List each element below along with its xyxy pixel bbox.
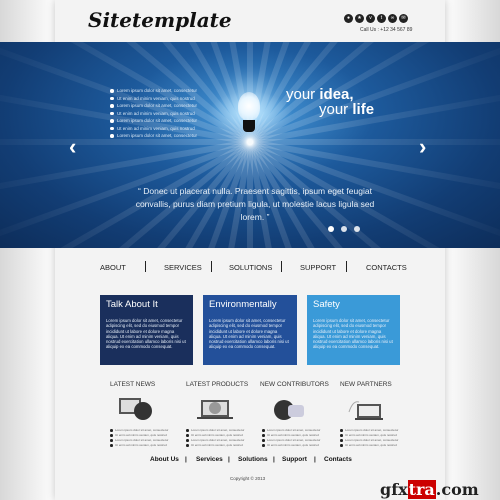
footer-solutions[interactable]: Solutions: [238, 456, 268, 463]
footer-services[interactable]: Services: [196, 456, 223, 463]
hero-quote: “ Donec ut placerat nulla. Praesent sagi…: [135, 186, 375, 222]
news-list: Lorem ipsum dolor sit amet, consectetur U…: [110, 428, 168, 448]
next-arrow-icon[interactable]: ›: [419, 134, 426, 160]
star-icon[interactable]: ★: [355, 14, 364, 23]
tagline-line-2: your life: [319, 101, 375, 118]
slider-dots: [328, 226, 360, 232]
box-environmentally: Environmentally Lorem ipsum dolor sit ame…: [203, 295, 297, 365]
box-text: Lorem ipsum dolor sit amet, consectetur …: [106, 318, 186, 350]
laptop-globe-icon: [197, 400, 233, 419]
box-title: Talk About It: [106, 299, 158, 310]
slide-dot-2[interactable]: [341, 226, 347, 232]
footer-divider: |: [314, 456, 316, 463]
mail-icon[interactable]: ✉: [399, 14, 408, 23]
watermark-logo: gfxtra.com: [380, 480, 479, 499]
box-safety: Safety Lorem ipsum dolor sit amet, consec…: [307, 295, 400, 365]
nav-divider: [346, 261, 347, 272]
section-latest-news: LATEST NEWS: [110, 381, 156, 388]
monitor-globe-icon: [119, 398, 152, 420]
nav-divider: [211, 261, 212, 272]
section-new-contributors: NEW CONTRIBUTORS: [260, 381, 329, 388]
slide-dot-1[interactable]: [328, 226, 334, 232]
box-talk-about-it: Talk About It Lorem ipsum dolor sit amet,…: [100, 295, 193, 365]
vimeo-icon[interactable]: v: [366, 14, 375, 23]
box-title: Environmentally: [209, 299, 277, 310]
section-new-partners: NEW PARTNERS: [340, 381, 392, 388]
nav-divider: [281, 261, 282, 272]
lightbulb-icon: [238, 92, 260, 120]
nav-contacts[interactable]: CONTACTS: [366, 263, 407, 272]
slide-dot-3[interactable]: [354, 226, 360, 232]
nav-support[interactable]: SUPPORT: [300, 263, 336, 272]
list-item: Lorem ipsum dolor sit amet, consectetur: [110, 132, 197, 140]
list-item: Ut enim ad minim veniam, quis nostrud: [110, 95, 197, 103]
tumblr-icon[interactable]: t: [377, 14, 386, 23]
lightbulb-base: [243, 120, 255, 132]
list-item: Lorem ipsum dolor sit amet, consectetur: [110, 117, 197, 125]
box-text: Lorem ipsum dolor sit amet, consectetur …: [209, 318, 289, 350]
nav-divider: [145, 261, 146, 272]
list-item: Ut enim ad minim veniam, quis nostrud: [110, 125, 197, 133]
social-icons: ● ★ v t ∞ ✉: [344, 14, 408, 23]
nav-solutions[interactable]: SOLUTIONS: [229, 263, 272, 272]
box-title: Safety: [313, 299, 340, 310]
partners-list: Lorem ipsum dolor sit amet, consectetur U…: [340, 428, 398, 448]
partners-laptop-icon: [348, 401, 383, 420]
nav-about[interactable]: ABOUT: [100, 263, 126, 272]
footer-divider: |: [273, 456, 275, 463]
list-item[interactable]: Ut enim ad minim veniam, quis nostrud: [340, 443, 398, 448]
call-us: Call Us : +12 34 567 89: [360, 27, 413, 33]
section-latest-products: LATEST PRODUCTS: [186, 381, 249, 388]
hero-slider: Lorem ipsum dolor sit amet, consectetur …: [0, 42, 500, 248]
box-text: Lorem ipsum dolor sit amet, consectetur …: [313, 318, 393, 350]
footer-divider: |: [185, 456, 187, 463]
list-item[interactable]: Ut enim ad minim veniam, quis nostrud: [110, 443, 168, 448]
prev-arrow-icon[interactable]: ‹: [69, 134, 76, 160]
footer-about-us[interactable]: About Us: [150, 456, 179, 463]
list-item[interactable]: Ut enim ad minim veniam, quis nostrud: [262, 443, 320, 448]
contributors-list: Lorem ipsum dolor sit amet, consectetur U…: [262, 428, 320, 448]
list-item: Lorem ipsum dolor sit amet, consectetur: [110, 102, 197, 110]
site-logo[interactable]: Sitetemplate: [88, 8, 232, 32]
light-ray: [0, 139, 250, 145]
nav-services[interactable]: SERVICES: [164, 263, 202, 272]
contributors-globe-icon: [274, 400, 304, 420]
copyright: Copyright © 2013: [230, 476, 266, 481]
hero-bullets: Lorem ipsum dolor sit amet, consectetur …: [110, 87, 197, 140]
footer-contacts[interactable]: Contacts: [324, 456, 352, 463]
light-ray: [250, 139, 500, 145]
footer-support[interactable]: Support: [282, 456, 307, 463]
flickr-icon[interactable]: ∞: [388, 14, 397, 23]
products-list: Lorem ipsum dolor sit amet, consectetur U…: [186, 428, 244, 448]
footer-divider: |: [228, 456, 230, 463]
list-item: Lorem ipsum dolor sit amet, consectetur: [110, 87, 197, 95]
list-item: Ut enim ad minim veniam, quis nostrud: [110, 110, 197, 118]
user-icon[interactable]: ●: [344, 14, 353, 23]
list-item[interactable]: Ut enim ad minim veniam, quis nostrud: [186, 443, 244, 448]
